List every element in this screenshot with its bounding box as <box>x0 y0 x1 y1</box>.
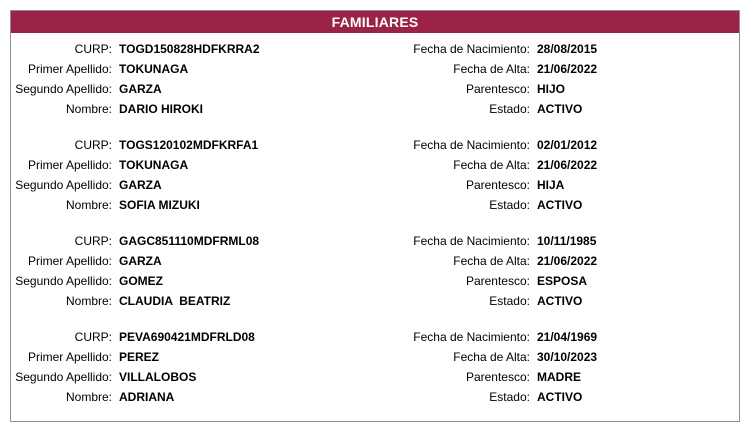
fecha-alta-value: 21/06/2022 <box>537 62 598 76</box>
familiares-panel: FAMILIARES CURP: TOGD150828HDFKRRA2 Fech… <box>10 10 740 422</box>
nombre-label: Nombre: <box>65 102 112 116</box>
segundo-apellido-value: VILLALOBOS <box>119 370 197 384</box>
row-segundo-apellido-parentesco: Segundo Apellido: GOMEZ Parentesco: ESPO… <box>11 271 739 291</box>
fecha-nacimiento-label: Fecha de Nacimiento: <box>413 234 530 248</box>
curp-label: CURP: <box>74 42 112 56</box>
estado-label: Estado: <box>489 294 530 308</box>
primer-apellido-label: Primer Apellido: <box>27 254 112 268</box>
family-member-record: CURP: GAGC851110MDFRML08 Fecha de Nacimi… <box>11 225 739 321</box>
row-primer-apellido-fecha-alta: Primer Apellido: TOKUNAGA Fecha de Alta:… <box>11 155 739 175</box>
fecha-nacimiento-label: Fecha de Nacimiento: <box>413 42 530 56</box>
curp-value: GAGC851110MDFRML08 <box>119 234 260 248</box>
family-member-record: CURP: TOGS120102MDFKRFA1 Fecha de Nacimi… <box>11 129 739 225</box>
curp-value: TOGS120102MDFKRFA1 <box>119 138 259 152</box>
estado-label: Estado: <box>489 198 530 212</box>
fecha-nacimiento-label: Fecha de Nacimiento: <box>413 330 530 344</box>
primer-apellido-value: PEREZ <box>119 350 160 364</box>
parentesco-value: ESPOSA <box>537 274 588 288</box>
fecha-alta-value: 21/06/2022 <box>537 254 598 268</box>
row-nombre-estado: Nombre: ADRIANA Estado: ACTIVO <box>11 387 739 407</box>
parentesco-value: MADRE <box>537 370 581 384</box>
family-member-list: CURP: TOGD150828HDFKRRA2 Fecha de Nacimi… <box>11 33 739 417</box>
nombre-value: ADRIANA <box>119 390 175 404</box>
fecha-nacimiento-label: Fecha de Nacimiento: <box>413 138 530 152</box>
segundo-apellido-label: Segundo Apellido: <box>15 178 112 192</box>
parentesco-label: Parentesco: <box>465 178 530 192</box>
segundo-apellido-value: GARZA <box>119 82 162 96</box>
row-segundo-apellido-parentesco: Segundo Apellido: GARZA Parentesco: HIJA <box>11 175 739 195</box>
fecha-alta-value: 21/06/2022 <box>537 158 598 172</box>
fecha-nacimiento-value: 21/04/1969 <box>537 330 598 344</box>
row-primer-apellido-fecha-alta: Primer Apellido: PEREZ Fecha de Alta: 30… <box>11 347 739 367</box>
row-nombre-estado: Nombre: SOFIA MIZUKI Estado: ACTIVO <box>11 195 739 215</box>
row-primer-apellido-fecha-alta: Primer Apellido: TOKUNAGA Fecha de Alta:… <box>11 59 739 79</box>
primer-apellido-value: GARZA <box>119 254 162 268</box>
row-curp-fecha-nacimiento: CURP: TOGS120102MDFKRFA1 Fecha de Nacimi… <box>11 135 739 155</box>
primer-apellido-label: Primer Apellido: <box>27 350 112 364</box>
segundo-apellido-label: Segundo Apellido: <box>15 274 112 288</box>
parentesco-label: Parentesco: <box>465 274 530 288</box>
parentesco-label: Parentesco: <box>465 370 530 384</box>
estado-value: ACTIVO <box>537 198 583 212</box>
curp-value: TOGD150828HDFKRRA2 <box>119 42 260 56</box>
fecha-alta-label: Fecha de Alta: <box>453 158 530 172</box>
fecha-nacimiento-value: 28/08/2015 <box>537 42 598 56</box>
nombre-value: CLAUDIA BEATRIZ <box>119 294 231 308</box>
fecha-nacimiento-value: 02/01/2012 <box>537 138 598 152</box>
segundo-apellido-value: GARZA <box>119 178 162 192</box>
estado-label: Estado: <box>489 102 530 116</box>
primer-apellido-value: TOKUNAGA <box>119 158 189 172</box>
segundo-apellido-label: Segundo Apellido: <box>15 82 112 96</box>
parentesco-value: HIJO <box>537 82 566 96</box>
nombre-value: DARIO HIROKI <box>119 102 203 116</box>
fecha-alta-label: Fecha de Alta: <box>453 62 530 76</box>
primer-apellido-label: Primer Apellido: <box>27 62 112 76</box>
fecha-nacimiento-value: 10/11/1985 <box>537 234 597 248</box>
segundo-apellido-label: Segundo Apellido: <box>15 370 112 384</box>
parentesco-value: HIJA <box>537 178 565 192</box>
fecha-alta-label: Fecha de Alta: <box>453 350 530 364</box>
row-segundo-apellido-parentesco: Segundo Apellido: GARZA Parentesco: HIJO <box>11 79 739 99</box>
row-nombre-estado: Nombre: CLAUDIA BEATRIZ Estado: ACTIVO <box>11 291 739 311</box>
segundo-apellido-value: GOMEZ <box>119 274 163 288</box>
fecha-alta-value: 30/10/2023 <box>537 350 598 364</box>
family-member-record: CURP: PEVA690421MDFRLD08 Fecha de Nacimi… <box>11 321 739 417</box>
row-curp-fecha-nacimiento: CURP: PEVA690421MDFRLD08 Fecha de Nacimi… <box>11 327 739 347</box>
parentesco-label: Parentesco: <box>465 82 530 96</box>
nombre-value: SOFIA MIZUKI <box>119 198 200 212</box>
estado-value: ACTIVO <box>537 294 583 308</box>
estado-value: ACTIVO <box>537 390 583 404</box>
row-curp-fecha-nacimiento: CURP: GAGC851110MDFRML08 Fecha de Nacimi… <box>11 231 739 251</box>
nombre-label: Nombre: <box>65 294 112 308</box>
row-nombre-estado: Nombre: DARIO HIROKI Estado: ACTIVO <box>11 99 739 119</box>
nombre-label: Nombre: <box>65 198 112 212</box>
family-member-record: CURP: TOGD150828HDFKRRA2 Fecha de Nacimi… <box>11 33 739 129</box>
curp-label: CURP: <box>74 138 112 152</box>
curp-label: CURP: <box>74 234 112 248</box>
estado-value: ACTIVO <box>537 102 583 116</box>
curp-value: PEVA690421MDFRLD08 <box>119 330 255 344</box>
panel-title: FAMILIARES <box>11 11 739 33</box>
row-curp-fecha-nacimiento: CURP: TOGD150828HDFKRRA2 Fecha de Nacimi… <box>11 39 739 59</box>
primer-apellido-value: TOKUNAGA <box>119 62 189 76</box>
primer-apellido-label: Primer Apellido: <box>27 158 112 172</box>
curp-label: CURP: <box>74 330 112 344</box>
nombre-label: Nombre: <box>65 390 112 404</box>
row-segundo-apellido-parentesco: Segundo Apellido: VILLALOBOS Parentesco:… <box>11 367 739 387</box>
row-primer-apellido-fecha-alta: Primer Apellido: GARZA Fecha de Alta: 21… <box>11 251 739 271</box>
fecha-alta-label: Fecha de Alta: <box>453 254 530 268</box>
estado-label: Estado: <box>489 390 530 404</box>
